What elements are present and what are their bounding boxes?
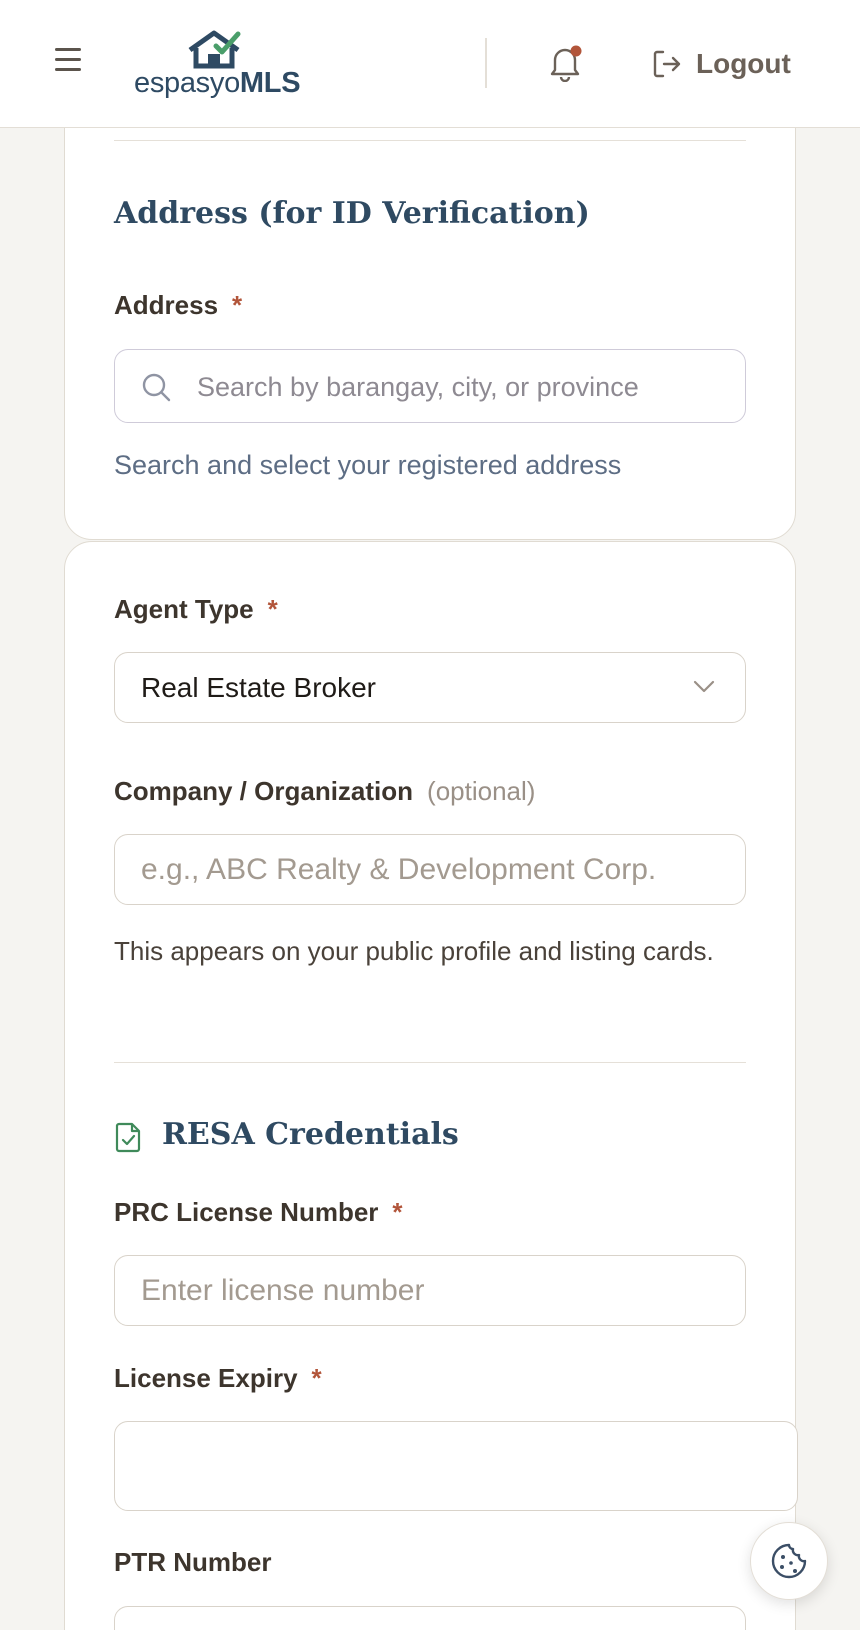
prc-license-label: PRC License Number * (114, 1197, 403, 1228)
address-search-placeholder: Search by barangay, city, or province (197, 372, 639, 402)
section-divider-top (114, 140, 746, 141)
company-label: Company / Organization (optional) (114, 776, 535, 807)
logout-icon (653, 50, 681, 78)
chevron-down-icon (693, 680, 715, 693)
address-section-title: Address (for ID Verification) (114, 196, 590, 231)
top-header: espasyoMLS Logout (0, 0, 860, 128)
required-asterisk: * (392, 1197, 403, 1227)
logout-label: Logout (696, 48, 791, 79)
required-asterisk: * (267, 594, 278, 624)
cookie-icon (771, 1543, 807, 1579)
required-asterisk: * (232, 290, 243, 320)
logo-text: espasyoMLS (134, 67, 301, 100)
prc-license-placeholder: Enter license number (141, 1273, 425, 1307)
prc-license-label-text: PRC License Number (114, 1197, 379, 1227)
cookie-settings-button[interactable] (750, 1522, 828, 1600)
license-expiry-date-input[interactable] (114, 1421, 798, 1511)
notifications-button[interactable] (547, 44, 583, 83)
section-divider-resa (114, 1062, 746, 1063)
address-label: Address * (114, 290, 242, 321)
company-label-text: Company / Organization (114, 776, 414, 806)
notification-badge (570, 45, 582, 57)
address-helper-text: Search and select your registered addres… (114, 450, 622, 480)
resa-section-title: RESA Credentials (162, 1117, 459, 1152)
house-logo-icon (188, 30, 241, 69)
agent-type-label-text: Agent Type (114, 594, 254, 624)
address-label-text: Address (114, 290, 219, 320)
address-search-input[interactable]: Search by barangay, city, or province (114, 349, 746, 423)
search-icon (142, 373, 171, 402)
company-input[interactable]: e.g., ABC Realty & Development Corp. (114, 834, 746, 905)
license-expiry-label-text: License Expiry (114, 1363, 298, 1393)
document-check-icon (115, 1122, 141, 1153)
company-helper-text: This appears on your public profile and … (114, 936, 714, 966)
required-asterisk: * (311, 1363, 322, 1393)
agent-type-label: Agent Type * (114, 594, 278, 625)
agent-type-selected-value: Real Estate Broker (141, 671, 376, 703)
logo-text-bold: MLS (239, 67, 301, 99)
hamburger-menu-icon[interactable] (52, 48, 84, 78)
license-expiry-label: License Expiry * (114, 1363, 322, 1394)
ptr-number-input[interactable] (114, 1606, 746, 1630)
header-divider (485, 38, 487, 88)
agent-type-select[interactable]: Real Estate Broker (114, 652, 746, 723)
optional-tag: (optional) (427, 776, 536, 806)
logout-button[interactable]: Logout (652, 46, 791, 82)
company-placeholder: e.g., ABC Realty & Development Corp. (141, 852, 657, 886)
prc-license-input[interactable]: Enter license number (114, 1255, 746, 1326)
ptr-number-label: PTR Number (114, 1547, 272, 1577)
espasyo-mls-logo[interactable]: espasyoMLS (134, 30, 304, 100)
logo-text-regular: espasyo (134, 67, 240, 99)
bell-icon (550, 45, 582, 83)
